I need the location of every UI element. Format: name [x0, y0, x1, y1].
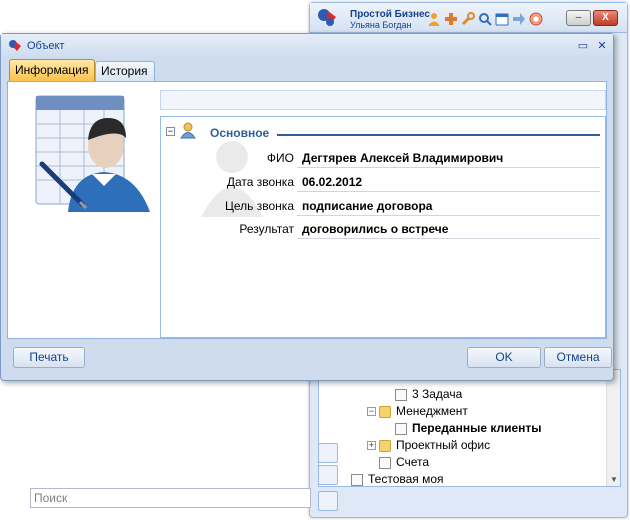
- contact-avatar-icon: [35, 95, 150, 212]
- print-button[interactable]: Печать: [13, 347, 85, 368]
- field-label: Результат: [239, 222, 294, 236]
- scroll-down-icon[interactable]: ▼: [610, 475, 618, 484]
- search-icon[interactable]: [478, 12, 492, 26]
- search-input[interactable]: Поиск: [30, 488, 311, 508]
- minimize-button[interactable]: –: [566, 10, 591, 26]
- app-user-name: Ульяна Богдан: [350, 20, 412, 30]
- tree-item-label: Переданные клиенты: [412, 421, 542, 435]
- section-divider: [277, 134, 600, 136]
- object-dialog: Объект ▭ ✕ Информация История − Основное…: [0, 33, 614, 381]
- tree-item[interactable]: 3 Задача: [395, 386, 462, 403]
- field-value[interactable]: 06.02.2012: [302, 175, 362, 189]
- folder-icon: [379, 405, 391, 418]
- expand-icon[interactable]: +: [367, 441, 376, 451]
- field-underline: [297, 238, 600, 239]
- section-person-icon: [180, 122, 196, 139]
- field-value[interactable]: договорились о встрече: [302, 222, 448, 236]
- tree-item-label: 3 Задача: [412, 387, 463, 401]
- close-button[interactable]: X: [593, 10, 618, 26]
- list-button[interactable]: [318, 491, 338, 511]
- maximize-icon[interactable]: ▭: [576, 39, 590, 53]
- tree-item[interactable]: + Проектный офис: [367, 437, 490, 454]
- dialog-title: Объект: [27, 40, 65, 52]
- tab-content: − Основное ФИО Дегтярев Алексей Владимир…: [7, 81, 607, 339]
- field-value[interactable]: Дегтярев Алексей Владимирович: [302, 151, 503, 165]
- field-label: Дата звонка: [226, 175, 294, 189]
- tab-information[interactable]: Информация: [9, 59, 95, 81]
- field-result: Результат договорились о встрече: [161, 218, 607, 240]
- field-underline: [297, 191, 600, 192]
- field-fio: ФИО Дегтярев Алексей Владимирович: [161, 147, 607, 169]
- arrow-right-icon[interactable]: [512, 12, 526, 26]
- app-title: Простой Бизнес: [350, 9, 430, 20]
- tab-bar: Информация История: [7, 59, 607, 81]
- object-caption-bar: [160, 90, 606, 110]
- field-call-date: Дата звонка 06.02.2012: [161, 171, 607, 193]
- section-collapse-icon[interactable]: −: [166, 127, 175, 136]
- tree-item[interactable]: − Менеджмент: [367, 403, 468, 420]
- app-logo-icon: [318, 9, 336, 26]
- cancel-button[interactable]: Отмена: [544, 347, 612, 368]
- dialog-header: Объект ▭ ✕: [1, 34, 613, 58]
- tree-item-label: Проектный офис: [396, 438, 491, 452]
- tree-item[interactable]: Переданные клиенты: [395, 420, 542, 437]
- table-icon: [351, 473, 363, 486]
- tree-item[interactable]: Счета: [379, 454, 429, 471]
- calendar-button[interactable]: [318, 465, 338, 485]
- document-icon: [395, 422, 407, 435]
- navigation-tree: 3 Задача − Менеджмент Переданные клиенты …: [318, 369, 621, 487]
- field-call-purpose: Цель звонка подписание договора: [161, 195, 607, 217]
- document-icon: [379, 456, 391, 469]
- main-section-panel: − Основное ФИО Дегтярев Алексей Владимир…: [160, 116, 606, 338]
- app-header: Простой Бизнес Ульяна Богдан – X: [310, 3, 627, 33]
- field-value[interactable]: подписание договора: [302, 199, 432, 213]
- dialog-logo-icon: [9, 40, 21, 51]
- tab-history[interactable]: История: [95, 61, 155, 81]
- tree-item-label: Счета: [396, 455, 430, 469]
- field-label: ФИО: [266, 151, 294, 165]
- tree-scrollbar[interactable]: ▼: [606, 370, 620, 486]
- close-icon[interactable]: ✕: [595, 39, 609, 53]
- wrench-icon[interactable]: [461, 12, 475, 26]
- collapse-icon[interactable]: −: [367, 407, 376, 417]
- tree-item-label: Тестовая моя: [368, 472, 444, 486]
- calendar-icon[interactable]: [495, 12, 509, 26]
- help-icon[interactable]: [529, 12, 543, 26]
- person-icon[interactable]: [427, 12, 441, 26]
- ok-button[interactable]: OK: [467, 347, 541, 368]
- field-label: Цель звонка: [225, 199, 294, 213]
- tree-item-label: Менеджмент: [396, 404, 468, 418]
- section-title: Основное: [210, 126, 270, 140]
- folder-icon: [379, 439, 391, 452]
- document-icon: [395, 388, 407, 401]
- add-icon[interactable]: [444, 12, 458, 26]
- field-underline: [297, 215, 600, 216]
- field-underline: [297, 167, 600, 168]
- tree-item[interactable]: Тестовая моя: [351, 471, 444, 488]
- contacts-button[interactable]: [318, 443, 338, 463]
